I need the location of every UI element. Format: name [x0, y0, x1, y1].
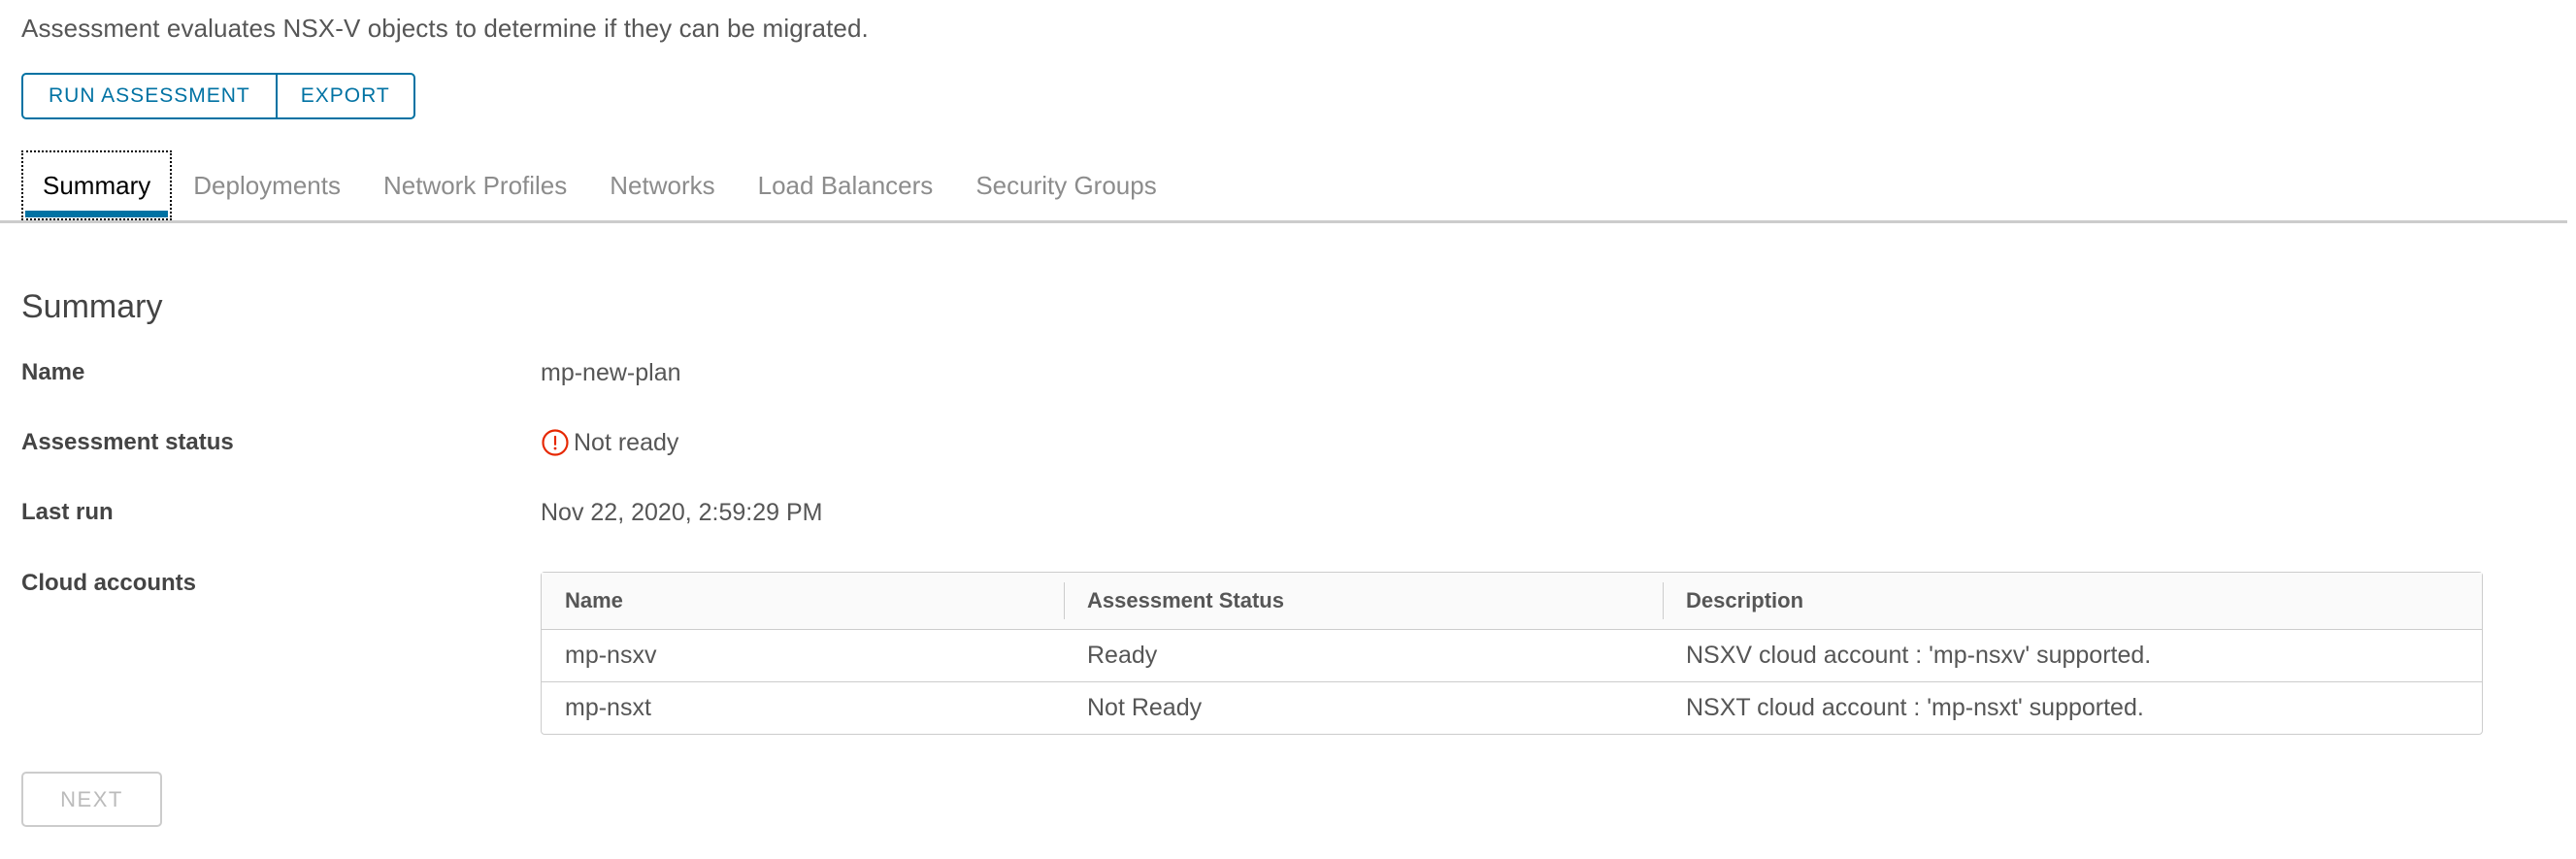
action-button-group: RUN ASSESSMENT EXPORT — [21, 73, 415, 119]
tab-load-balancers-label: Load Balancers — [757, 170, 934, 200]
tab-network-profiles-label: Network Profiles — [382, 170, 568, 200]
assessment-summary-page: Assessment evaluates NSX-V objects to de… — [0, 0, 2576, 859]
tab-networks[interactable]: Networks — [588, 150, 736, 220]
page-description: Assessment evaluates NSX-V objects to de… — [21, 14, 869, 43]
error-exclamation-circle-icon — [542, 429, 569, 456]
cell-status: Ready — [1064, 630, 1663, 682]
column-header-assessment-status[interactable]: Assessment Status — [1064, 573, 1663, 630]
cell-description: NSXT cloud account : 'mp-nsxt' supported… — [1686, 694, 2144, 721]
assessment-status-label: Assessment status — [21, 429, 234, 455]
page-title: Summary — [21, 288, 163, 325]
column-header-description[interactable]: Description — [1663, 573, 2482, 630]
run-assessment-button[interactable]: RUN ASSESSMENT — [21, 73, 277, 119]
detail-row-name: Name mp-new-plan — [21, 357, 2555, 388]
last-run-label: Last run — [21, 499, 114, 525]
cloud-accounts-label: Cloud accounts — [21, 570, 197, 596]
table-header-row: Name Assessment Status Description — [542, 573, 2482, 630]
column-header-name[interactable]: Name — [542, 573, 1064, 630]
table-body: mp-nsxv Ready NSXV cloud account : 'mp-n… — [542, 630, 2482, 734]
last-run-value: Nov 22, 2020, 2:59:29 PM — [541, 499, 823, 526]
next-button[interactable]: NEXT — [21, 772, 162, 827]
tab-security-groups-label: Security Groups — [975, 170, 1157, 200]
tab-network-profiles[interactable]: Network Profiles — [362, 150, 588, 220]
cloud-accounts-table-wrapper: Name Assessment Status Description mp-ns… — [541, 572, 2483, 735]
cell-status: Not Ready — [1087, 694, 1203, 721]
assessment-status-value: Not ready — [541, 427, 678, 458]
tab-deployments[interactable]: Deployments — [172, 150, 362, 220]
name-label: Name — [21, 359, 85, 385]
cloud-accounts-table: Name Assessment Status Description mp-ns… — [541, 572, 2483, 735]
tab-deployments-label: Deployments — [193, 170, 341, 200]
tab-networks-label: Networks — [610, 170, 715, 200]
table-row[interactable]: mp-nsxv Ready NSXV cloud account : 'mp-n… — [542, 630, 2482, 682]
table-row[interactable]: mp-nsxt Not Ready NSXT cloud account : '… — [542, 682, 2482, 734]
name-value: mp-new-plan — [541, 359, 681, 386]
assessment-status-text: Not ready — [574, 429, 679, 456]
tab-summary-label: Summary — [43, 170, 151, 200]
tab-summary[interactable]: Summary — [21, 150, 173, 220]
table-header: Name Assessment Status Description — [542, 573, 2482, 630]
cell-name: mp-nsxt — [565, 694, 651, 721]
detail-row-assessment-status: Assessment status Not ready — [21, 427, 2555, 458]
tab-security-groups[interactable]: Security Groups — [954, 150, 1177, 220]
detail-row-last-run: Last run Nov 22, 2020, 2:59:29 PM — [21, 497, 2555, 528]
cell-name: mp-nsxv — [542, 630, 1064, 682]
export-button[interactable]: EXPORT — [276, 73, 415, 119]
tab-load-balancers[interactable]: Load Balancers — [737, 150, 955, 220]
tab-bar: Summary Deployments Network Profiles Net… — [0, 150, 2567, 223]
cell-description: NSXV cloud account : 'mp-nsxv' supported… — [1663, 630, 2482, 682]
